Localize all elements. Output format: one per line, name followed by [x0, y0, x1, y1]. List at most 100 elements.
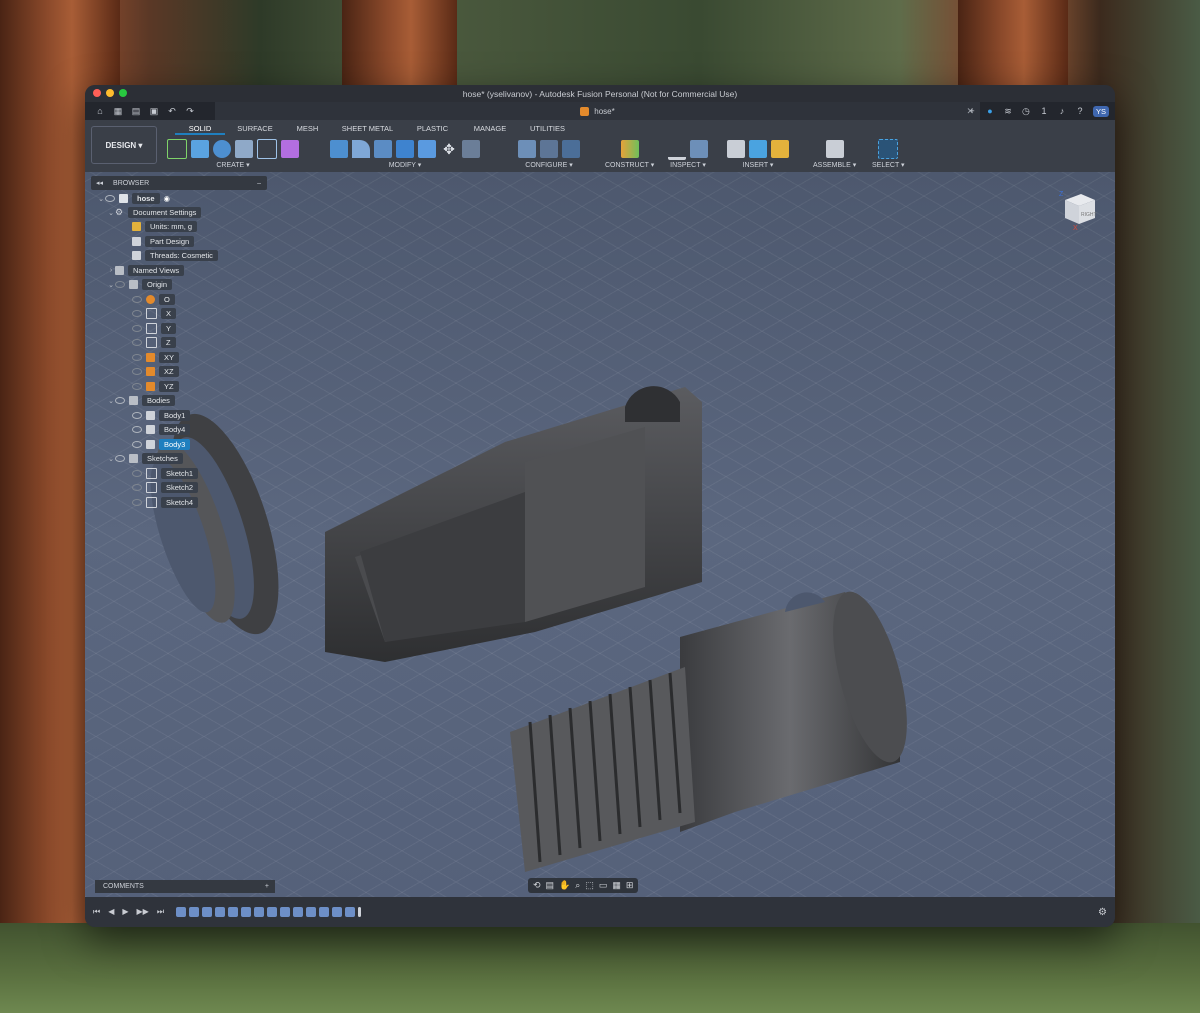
new-tab-icon[interactable]: +: [967, 106, 977, 116]
create-form-icon[interactable]: [281, 140, 299, 158]
timeline-feature-icon[interactable]: [215, 907, 226, 917]
step-back-icon[interactable]: ◀: [108, 907, 114, 917]
eye-icon[interactable]: [132, 426, 142, 433]
timeline-feature-icon[interactable]: [176, 907, 187, 917]
orbit-icon[interactable]: ⟲: [533, 880, 541, 891]
home-icon[interactable]: ⌂: [95, 106, 105, 116]
eye-icon[interactable]: [105, 195, 115, 202]
tree-row-axis-x[interactable]: X: [132, 307, 177, 320]
hole-icon[interactable]: [235, 140, 253, 158]
tab-plastic[interactable]: PLASTIC: [405, 124, 460, 135]
create-sketch-icon[interactable]: [167, 139, 187, 159]
tree-row-sketches[interactable]: ⌄ Sketches: [107, 452, 183, 465]
measure-icon[interactable]: [668, 139, 686, 160]
eye-icon[interactable]: [132, 484, 142, 491]
tree-row-axis-y[interactable]: Y: [132, 322, 177, 335]
tree-row-threads[interactable]: Threads: Cosmetic: [132, 249, 218, 262]
close-window-button[interactable]: [93, 89, 101, 97]
model-canvas[interactable]: [85, 172, 1115, 897]
workspace-switcher[interactable]: DESIGN ▾: [91, 126, 157, 164]
timeline-marker-icon[interactable]: [358, 907, 362, 917]
tree-row-named-views[interactable]: › Named Views: [107, 264, 185, 277]
eye-icon[interactable]: [132, 470, 142, 477]
viewports-icon[interactable]: ⊞: [626, 880, 634, 891]
chevron-down-icon[interactable]: ⌄: [97, 195, 105, 203]
tree-row-body1[interactable]: Body1: [132, 409, 191, 422]
activate-radio-icon[interactable]: ◉: [164, 194, 171, 203]
extensions-icon[interactable]: ●: [985, 106, 995, 116]
browser-header[interactable]: ◂◂ BROWSER –: [91, 176, 267, 190]
timeline-feature-icon[interactable]: [319, 907, 330, 917]
timeline-feature-icon[interactable]: [293, 907, 304, 917]
tree-row-design-type[interactable]: Part Design: [132, 235, 195, 248]
undo-icon[interactable]: ↶: [167, 106, 177, 116]
eye-icon[interactable]: [115, 281, 125, 288]
extrude-icon[interactable]: [191, 140, 209, 158]
redo-icon[interactable]: ↷: [185, 106, 195, 116]
insert-derive-icon[interactable]: [727, 140, 745, 158]
select-menu[interactable]: SELECT ▾: [872, 161, 905, 169]
eye-icon[interactable]: [132, 354, 142, 361]
create-menu[interactable]: CREATE ▾: [216, 161, 249, 169]
tree-row-root[interactable]: ⌄ hose ◉: [97, 192, 170, 205]
eye-icon[interactable]: [132, 296, 142, 303]
tab-solid[interactable]: SOLID: [175, 124, 225, 135]
eye-icon[interactable]: [132, 441, 142, 448]
help-icon[interactable]: ?: [1075, 106, 1085, 116]
add-comment-icon[interactable]: +: [265, 883, 269, 890]
grid-settings-icon[interactable]: ▦: [612, 880, 621, 891]
tree-row-sketch4[interactable]: Sketch4: [132, 496, 199, 509]
tab-mesh[interactable]: MESH: [285, 124, 330, 135]
timeline-feature-icon[interactable]: [306, 907, 317, 917]
select-icon[interactable]: [878, 139, 899, 159]
pan-icon[interactable]: ✋: [559, 880, 570, 891]
configure-table-icon[interactable]: [518, 140, 536, 158]
eye-icon[interactable]: [132, 310, 142, 317]
user-avatar[interactable]: YS: [1092, 105, 1109, 117]
tree-row-sketch2[interactable]: Sketch2: [132, 481, 199, 494]
tree-row-document-settings[interactable]: ⌄ ⚙ Document Settings: [107, 206, 202, 219]
go-to-end-icon[interactable]: ⏭: [157, 907, 164, 917]
grid-apps-icon[interactable]: ▦: [113, 106, 123, 116]
zoom-icon[interactable]: ⌕: [575, 880, 580, 891]
view-cube[interactable]: RIGHT Z X: [1057, 190, 1097, 232]
eye-icon[interactable]: [115, 455, 125, 462]
eye-icon[interactable]: [132, 368, 142, 375]
timeline-feature-icon[interactable]: [228, 907, 239, 917]
timeline-feature-icon[interactable]: [280, 907, 291, 917]
configure-params-icon[interactable]: [540, 140, 558, 158]
eye-icon[interactable]: [132, 383, 142, 390]
3d-viewport[interactable]: ◂◂ BROWSER – ⌄ hose ◉ ⌄ ⚙ Document Setti…: [85, 172, 1115, 897]
tree-row-axis-z[interactable]: Z: [132, 336, 176, 349]
eye-icon[interactable]: [132, 339, 142, 346]
offset-plane-icon[interactable]: [620, 140, 639, 158]
chevron-down-icon[interactable]: ⌄: [107, 455, 115, 463]
move-copy-icon[interactable]: ✥: [440, 140, 458, 158]
revolve-icon[interactable]: [213, 140, 231, 158]
eye-icon[interactable]: [132, 325, 142, 332]
tab-sheet-metal[interactable]: SHEET METAL: [330, 124, 405, 135]
shell-icon[interactable]: [374, 140, 392, 158]
tree-row-plane-yz[interactable]: YZ: [132, 380, 179, 393]
new-component-icon[interactable]: [825, 140, 844, 158]
browser-collapse-icon[interactable]: ◂◂: [96, 179, 103, 187]
align-icon[interactable]: [462, 140, 480, 158]
timeline-feature-icon[interactable]: [202, 907, 213, 917]
inspect-menu[interactable]: INSPECT ▾: [670, 161, 706, 169]
gear-icon[interactable]: ⚙: [1098, 907, 1107, 918]
tab-manage[interactable]: MANAGE: [460, 124, 520, 135]
timeline-feature-icon[interactable]: [241, 907, 252, 917]
fit-icon[interactable]: ⬚: [585, 880, 594, 891]
job-status-icon[interactable]: ◷: [1021, 106, 1031, 116]
play-icon[interactable]: ▶: [122, 907, 128, 917]
tree-row-sketch1[interactable]: Sketch1: [132, 467, 199, 480]
look-at-icon[interactable]: ▤: [546, 880, 555, 891]
insert-menu[interactable]: INSERT ▾: [743, 161, 774, 169]
tree-row-plane-xz[interactable]: XZ: [132, 365, 179, 378]
notifications-icon[interactable]: ♪: [1057, 106, 1067, 116]
browser-minimize-icon[interactable]: –: [257, 180, 261, 187]
go-to-start-icon[interactable]: ⏮: [93, 907, 100, 917]
pattern-icon[interactable]: [257, 139, 277, 159]
press-pull-icon[interactable]: [330, 140, 348, 158]
body4-housing[interactable]: [325, 386, 702, 662]
